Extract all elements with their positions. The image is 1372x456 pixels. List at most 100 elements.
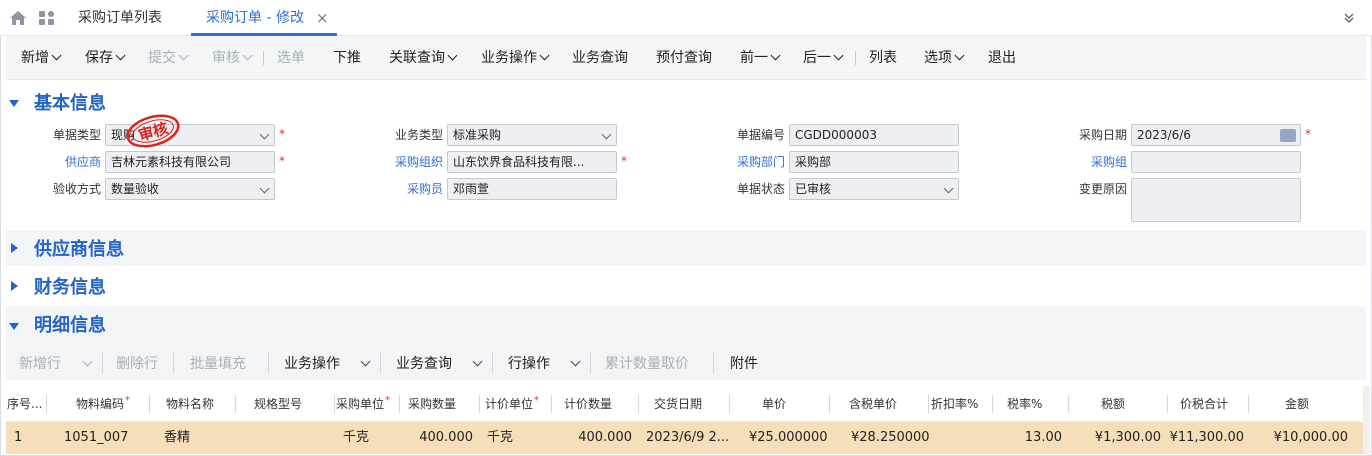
col-divider[interactable]	[479, 395, 480, 413]
batch-fill-button[interactable]: 批量填充	[190, 355, 246, 373]
bill-status-select[interactable]: 已审核	[789, 178, 959, 200]
chevron-down-icon[interactable]	[82, 356, 93, 367]
business-type-select[interactable]: 标准采购	[447, 124, 617, 146]
home-icon[interactable]	[9, 10, 27, 26]
col-divider[interactable]	[992, 395, 993, 413]
chevron-down-icon[interactable]	[360, 356, 371, 367]
purchase-group-label[interactable]: 采购组	[1047, 154, 1127, 170]
purchase-org-label[interactable]: 采购组织	[363, 154, 443, 170]
apps-grid-icon[interactable]	[38, 10, 55, 26]
prev-button[interactable]: 前一	[740, 49, 781, 67]
select-bill-button[interactable]: 选单	[277, 49, 305, 67]
supplier-label[interactable]: 供应商	[21, 154, 101, 170]
col-total[interactable]: 价税合计	[1180, 396, 1228, 412]
col-divider[interactable]	[729, 395, 730, 413]
cell-unit-price[interactable]: ¥25.000000	[749, 430, 828, 446]
options-button[interactable]: 选项	[924, 49, 965, 67]
section-detail-info-title[interactable]: 明细信息	[34, 315, 106, 337]
change-reason-textarea[interactable]	[1131, 178, 1301, 222]
cell-total[interactable]: ¥11,300.00	[1167, 430, 1244, 446]
col-divider[interactable]	[1167, 395, 1168, 413]
col-tax-unit-price[interactable]: 含税单价	[849, 396, 897, 412]
col-divider[interactable]	[928, 395, 929, 413]
cell-seq[interactable]: 1	[14, 430, 22, 446]
purchase-date-field[interactable]: 2023/6/6	[1131, 124, 1301, 146]
cell-tax-rate[interactable]: 13.00	[992, 430, 1062, 446]
cell-pricing-unit[interactable]: 千克	[487, 430, 513, 446]
table-row[interactable]: 1 1051_007 香精 千克 400.000 千克 400.000 2023…	[6, 422, 1363, 454]
collapse-triangle-icon[interactable]	[9, 323, 19, 330]
section-basic-info-title[interactable]: 基本信息	[34, 93, 106, 115]
related-query-button[interactable]: 关联查询	[389, 49, 458, 67]
close-tab-icon[interactable]: ×	[316, 9, 329, 27]
purchase-group-field[interactable]	[1131, 151, 1301, 173]
cell-tax-unit-price[interactable]: ¥28.250000	[851, 430, 930, 446]
col-divider[interactable]	[829, 395, 830, 413]
col-divider[interactable]	[46, 395, 47, 413]
section-finance-info-title[interactable]: 财务信息	[34, 277, 106, 299]
col-tax-amount[interactable]: 税额	[1101, 396, 1125, 412]
save-button[interactable]: 保存	[85, 49, 126, 67]
detail-business-query-button[interactable]: 业务查询	[396, 355, 452, 373]
col-tax-rate[interactable]: 税率%	[1007, 396, 1042, 412]
cell-delivery-date[interactable]: 2023/6/9 2...	[646, 430, 729, 446]
attachment-button[interactable]: 附件	[730, 355, 758, 373]
col-divider[interactable]	[1248, 395, 1249, 413]
col-seq[interactable]: 序号...	[7, 396, 42, 412]
list-button[interactable]: 列表	[869, 49, 897, 67]
purchaser-label[interactable]: 采购员	[363, 181, 443, 197]
expand-triangle-icon[interactable]	[11, 281, 18, 291]
new-button[interactable]: 新增	[21, 49, 62, 67]
cell-pricing-qty[interactable]: 400.000	[551, 430, 632, 446]
col-unit-price[interactable]: 单价	[762, 396, 786, 412]
push-down-button[interactable]: 下推	[333, 49, 361, 67]
next-button[interactable]: 后一	[803, 49, 844, 67]
business-query-button[interactable]: 业务查询	[572, 49, 628, 67]
chevron-down-icon[interactable]	[1342, 10, 1356, 24]
col-divider[interactable]	[638, 395, 639, 413]
calendar-icon[interactable]	[1280, 129, 1296, 142]
cumulative-price-button[interactable]: 累计数量取价	[605, 355, 689, 373]
supplier-field[interactable]: 吉林元素科技有限公司	[105, 151, 275, 173]
col-divider[interactable]	[334, 395, 335, 413]
col-purchase-qty[interactable]: 采购数量	[408, 396, 456, 412]
chevron-down-icon[interactable]	[570, 356, 581, 367]
cell-tax-amount[interactable]: ¥1,300.00	[1068, 430, 1161, 446]
exit-button[interactable]: 退出	[988, 49, 1016, 67]
row-ops-button[interactable]: 行操作	[508, 355, 550, 373]
section-supplier-info-title[interactable]: 供应商信息	[34, 239, 124, 261]
col-spec[interactable]: 规格型号	[254, 396, 302, 412]
col-divider[interactable]	[399, 395, 400, 413]
col-material-name[interactable]: 物料名称	[166, 396, 214, 412]
cell-purchase-unit[interactable]: 千克	[343, 430, 369, 446]
purchaser-field[interactable]: 邓雨萱	[447, 178, 617, 200]
grid-scrollbar[interactable]	[1363, 386, 1370, 454]
audit-button[interactable]: 审核	[212, 49, 253, 67]
col-purchase-unit[interactable]: 采购单位*	[336, 395, 390, 414]
col-delivery-date[interactable]: 交货日期	[654, 396, 702, 412]
business-ops-button[interactable]: 业务操作	[481, 49, 550, 67]
col-divider[interactable]	[551, 395, 552, 413]
submit-button[interactable]: 提交	[148, 49, 189, 67]
inspection-select[interactable]: 数量验收	[105, 178, 275, 200]
col-material-code[interactable]: 物料编码*	[76, 395, 130, 414]
col-divider[interactable]	[235, 395, 236, 413]
cell-material-name[interactable]: 香精	[164, 430, 190, 446]
add-row-button[interactable]: 新增行	[19, 355, 61, 373]
detail-business-ops-button[interactable]: 业务操作	[284, 355, 340, 373]
purchase-dept-label[interactable]: 采购部门	[705, 154, 785, 170]
col-discount[interactable]: 折扣率%	[931, 396, 978, 412]
col-divider[interactable]	[149, 395, 150, 413]
cell-purchase-qty[interactable]: 400.000	[399, 430, 473, 446]
col-pricing-qty[interactable]: 计价数量	[564, 396, 612, 412]
cell-amount[interactable]: ¥10,000.00	[1248, 430, 1348, 446]
bill-no-field[interactable]: CGDD000003	[789, 124, 959, 146]
col-divider[interactable]	[1068, 395, 1069, 413]
expand-triangle-icon[interactable]	[11, 243, 18, 253]
prepay-query-button[interactable]: 预付查询	[656, 49, 712, 67]
tab-purchase-order-edit[interactable]: 采购订单 - 修改	[206, 8, 304, 28]
cell-material-code[interactable]: 1051_007	[64, 430, 128, 446]
col-pricing-unit[interactable]: 计价单位*	[485, 395, 539, 414]
delete-row-button[interactable]: 删除行	[116, 355, 158, 373]
chevron-down-icon[interactable]	[472, 356, 483, 367]
